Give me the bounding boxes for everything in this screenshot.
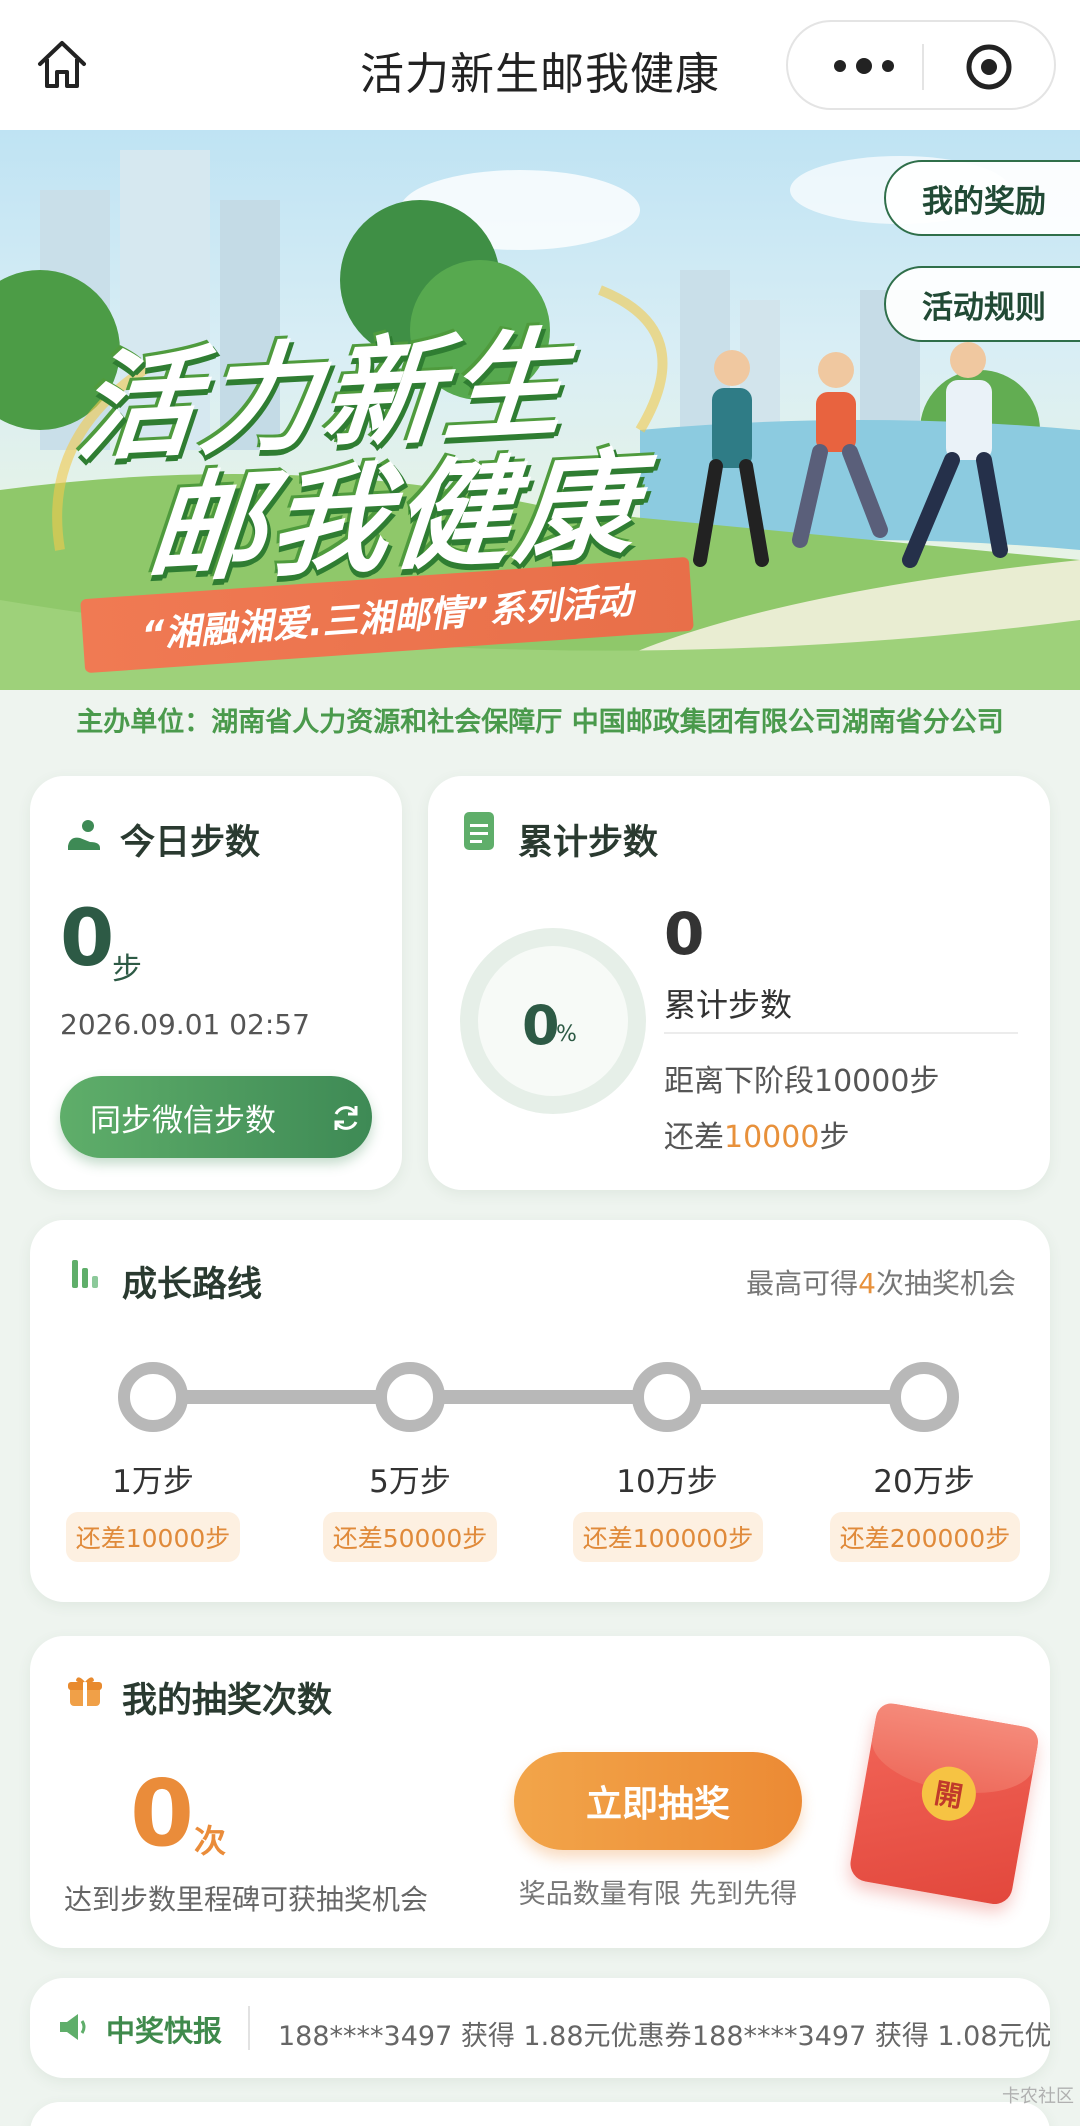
today-steps-title: 今日步数: [120, 823, 261, 863]
news-item: 188****3497 获得 1.08元优惠券: [692, 2021, 1050, 2052]
progress-percent-value: 0: [522, 994, 560, 1057]
lottery-count-unit: 次: [194, 1822, 227, 1860]
milestone-node: [632, 1362, 702, 1432]
winner-news-ticker: 中奖快报 188****3497 获得 1.88元优惠券 188****3497…: [30, 1978, 1050, 2078]
document-icon: [464, 812, 494, 850]
bar-chart-icon: [72, 1260, 98, 1288]
watermark: 卡农社区: [1002, 2086, 1074, 2107]
progress-percent-sign: %: [556, 1022, 577, 1047]
milestone-remaining-tag: 还差100000步: [573, 1512, 763, 1562]
next-stage-text: 距离下阶段10000步: [664, 1064, 940, 1099]
total-steps-value: 0: [664, 900, 705, 968]
gift-icon: [68, 1677, 102, 1706]
next-section-card: [30, 2102, 1050, 2126]
news-title: 中奖快报: [106, 2014, 223, 2048]
sync-button-label: 同步微信步数: [90, 1102, 276, 1139]
sync-wechat-steps-button[interactable]: 同步微信步数: [60, 1076, 372, 1158]
top-navbar: 活力新生邮我健康: [0, 0, 1080, 130]
today-steps-card: 今日步数 0 步 2026.09.01 02:57 同步微信步数: [30, 776, 402, 1190]
speaker-icon: [60, 2014, 86, 2040]
organizer-text: 主办单位：湖南省人力资源和社会保障厅 中国邮政集团有限公司湖南省分公司: [76, 707, 1004, 738]
shoe-icon: [68, 820, 100, 850]
today-steps-unit: 步: [112, 952, 142, 987]
my-rewards-button[interactable]: 我的奖励: [884, 160, 1080, 236]
milestone-label: 20万步: [873, 1464, 975, 1500]
lottery-count-value: 0: [130, 1760, 195, 1867]
divider: [248, 2006, 250, 2050]
draw-note: 奖品数量有限 先到先得: [518, 1879, 798, 1910]
milestone-track: [154, 1390, 924, 1404]
close-miniprogram-icon[interactable]: [964, 42, 1014, 92]
milestone-remaining-tag: 还差10000步: [66, 1512, 240, 1562]
red-packet[interactable]: 開: [847, 1701, 1041, 1907]
lottery-hint: 达到步数里程碑可获抽奖机会: [64, 1883, 429, 1916]
milestone-node: [118, 1362, 188, 1432]
today-steps-time: 2026.09.01 02:57: [60, 1008, 310, 1041]
milestone-label: 5万步: [369, 1464, 451, 1500]
more-icon[interactable]: [828, 44, 900, 88]
total-steps-card: 累计步数 0 % 0 累计步数 距离下阶段10000步 还差10000步: [428, 776, 1050, 1190]
news-item: 188****3497 获得 1.88元优惠券: [278, 2021, 692, 2052]
lottery-title: 我的抽奖次数: [122, 1681, 333, 1721]
refresh-icon: [334, 1106, 358, 1130]
growth-route-card: 成长路线 最高可得4次抽奖机会 1万步 5万步 10万步 20万步 还差1000…: [30, 1220, 1050, 1602]
today-steps-value: 0: [60, 894, 115, 984]
total-steps-label: 累计步数: [664, 986, 793, 1024]
total-steps-title: 累计步数: [518, 823, 659, 863]
milestone-node: [889, 1362, 959, 1432]
remaining-steps-text: 还差10000步: [664, 1120, 850, 1155]
milestone-remaining-tag: 还差50000步: [323, 1512, 497, 1562]
divider: [664, 1032, 1018, 1034]
activity-rules-button[interactable]: 活动规则: [884, 266, 1080, 342]
milestone-remaining-tag: 还差200000步: [830, 1512, 1020, 1562]
miniprogram-capsule: [786, 20, 1056, 110]
milestone-node: [375, 1362, 445, 1432]
max-lottery-note: 最高可得4次抽奖机会: [746, 1267, 1016, 1300]
capsule-divider: [922, 44, 924, 90]
growth-route-title: 成长路线: [122, 1265, 263, 1305]
milestone-label: 1万步: [112, 1464, 194, 1500]
draw-now-button[interactable]: 立即抽奖: [514, 1752, 802, 1850]
hero-banner: 活力新生 邮我健康 “湘融湘爱.三湘邮情”系列活动 我的奖励 活动规则: [0, 130, 1080, 690]
milestone-label: 10万步: [616, 1464, 718, 1500]
